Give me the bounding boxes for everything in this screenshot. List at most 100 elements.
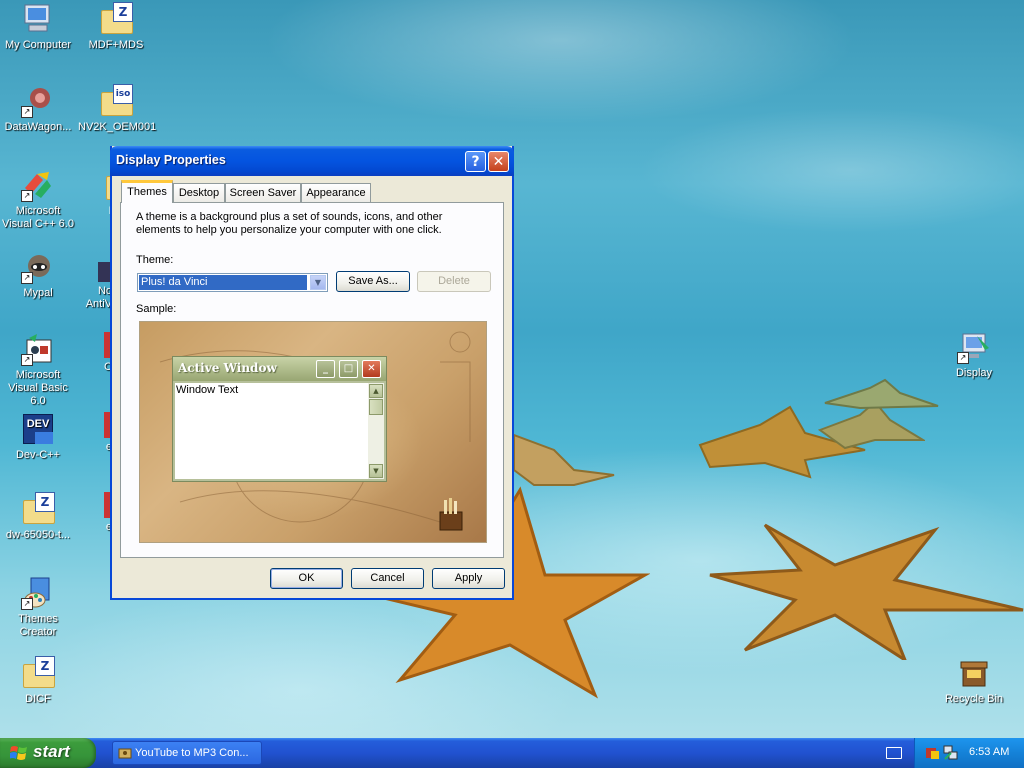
system-tray: 6:53 AM (914, 738, 1024, 768)
desktop-icon-label: Recycle Bin (944, 693, 1004, 705)
ok-button[interactable]: OK (270, 568, 343, 589)
desktop-icon-label: No AntiV (85, 285, 112, 310)
scroll-thumb (369, 399, 383, 415)
desktop-icon-label: My Computer (4, 39, 72, 51)
start-label: start (33, 742, 70, 761)
display-icon: ↗ (957, 330, 991, 364)
sample-window-text: Window Text (175, 383, 368, 479)
save-as-button[interactable]: Save As... (336, 271, 410, 292)
sample-window-title: Active Window (178, 361, 277, 375)
visual-basic-icon: ↗ (21, 332, 55, 366)
zip-folder-icon: Z (99, 2, 133, 36)
desktop-icon-mdf-mds[interactable]: Z MDF+MDS (78, 2, 154, 52)
starfish-decor (824, 378, 939, 410)
desktop-icon-partial-antivirus[interactable]: No AntiV (78, 262, 112, 311)
windows-logo-icon (10, 746, 27, 760)
desktop-icon-label: Display (955, 367, 993, 379)
desktop-icon-my-computer[interactable]: My Computer (0, 2, 76, 52)
pencil-cup-icon (439, 498, 463, 531)
starfish-decor (709, 523, 1024, 660)
shortcut-arrow-icon: ↗ (21, 598, 33, 610)
desktop-icon-visual-cpp[interactable]: ↗ Microsoft Visual C++ 6.0 (0, 168, 76, 231)
scroll-down-icon: ▼ (369, 464, 383, 478)
computer-icon (21, 2, 55, 36)
chevron-down-icon[interactable]: ▼ (310, 275, 326, 290)
tray-app-icon[interactable] (925, 745, 941, 761)
desktop-icon-dev-cpp[interactable]: DEV Dev-C++ (0, 412, 76, 462)
network-icon[interactable] (943, 745, 959, 761)
theme-sample-preview: Active Window _ □ ✕ Window Text ▲ ▼ (139, 321, 487, 543)
close-icon: ✕ (362, 360, 381, 378)
sample-scrollbar: ▲ ▼ (368, 383, 384, 479)
start-button[interactable]: start (0, 738, 96, 768)
desktop-icon-visual-basic[interactable]: ↗ Microsoft Visual Basic 6.0 (0, 332, 76, 408)
desktop-icon-label: Microsoft Visual Basic 6.0 (8, 369, 68, 407)
desktop-icon-label: MDF+MDS (88, 39, 144, 51)
scroll-up-icon: ▲ (369, 384, 383, 398)
close-button[interactable]: ✕ (488, 151, 509, 172)
desktop-icon-display[interactable]: ↗ Display (936, 330, 1012, 380)
apply-button[interactable]: Apply (432, 568, 505, 589)
desktop-icon-label: Themes Creator (18, 613, 58, 638)
themes-tab-panel: A theme is a background plus a set of so… (120, 202, 504, 558)
theme-dropdown[interactable]: Plus! da Vinci ▼ (137, 273, 328, 292)
sample-label: Sample: (136, 303, 177, 315)
desktop-icon-label: dw-65050-t... (5, 529, 71, 541)
desktop-icon-label: Mypal (23, 287, 53, 299)
theme-label: Theme: (136, 254, 174, 266)
app-icon (118, 748, 132, 759)
help-button[interactable]: ? (465, 151, 486, 172)
tab-desktop[interactable]: Desktop (173, 183, 225, 202)
display-properties-dialog[interactable]: Display Properties ? ✕ Themes Desktop Sc… (110, 146, 514, 600)
shortcut-arrow-icon: ↗ (21, 272, 33, 284)
desktop-icon-label: Dev-C++ (15, 449, 61, 461)
tab-appearance[interactable]: Appearance (301, 183, 371, 202)
desktop-icon-nv2k-oem001[interactable]: iso NV2K_OEM001 (78, 84, 157, 134)
desktop-icon-dicf[interactable]: Z DICF (0, 656, 76, 706)
theme-description: A theme is a background plus a set of so… (136, 211, 443, 236)
desktop-icon-dw-65050[interactable]: Z dw-65050-t... (0, 492, 76, 542)
desktop-icon-themes-creator[interactable]: ↗ Themes Creator (0, 576, 76, 639)
recycle-bin-icon (957, 656, 991, 690)
delete-button: Delete (417, 271, 491, 292)
tab-screen-saver[interactable]: Screen Saver (225, 183, 301, 202)
desktop-icon-label: C (104, 361, 112, 373)
dialog-titlebar[interactable]: Display Properties ? ✕ (110, 146, 514, 176)
desktop-icon-datawagon[interactable]: ↗ DataWagon... (0, 84, 76, 134)
maximize-icon: □ (339, 360, 358, 378)
mypal-raccoon-icon: ↗ (21, 250, 55, 284)
sample-active-window: Active Window _ □ ✕ Window Text ▲ ▼ (172, 356, 387, 482)
iso-folder-icon: iso (99, 84, 133, 118)
desktop-icon-label: e (105, 521, 112, 533)
cancel-button[interactable]: Cancel (351, 568, 424, 589)
datawagon-icon: ↗ (21, 84, 55, 118)
shortcut-arrow-icon: ↗ (21, 354, 33, 366)
keyboard-icon[interactable] (886, 747, 902, 759)
tab-themes[interactable]: Themes (121, 180, 173, 203)
clock[interactable]: 6:53 AM (969, 746, 1009, 758)
dialog-title: Display Properties (116, 153, 226, 167)
shortcut-arrow-icon: ↗ (21, 190, 33, 202)
starfish-decor (514, 433, 615, 486)
sample-window-titlebar: Active Window _ □ ✕ (173, 357, 386, 381)
desktop-icon-partial-e2[interactable]: e (78, 492, 112, 534)
desktop-icon-partial-c[interactable]: C (78, 332, 112, 374)
taskbar-item-label: YouTube to MP3 Con... (135, 747, 249, 759)
taskbar: start YouTube to MP3 Con... 6:53 AM (0, 738, 1024, 768)
desktop: My Computer Z MDF+MDS ↗ DataWagon... iso… (0, 0, 1024, 738)
taskbar-item-youtube-to-mp3[interactable]: YouTube to MP3 Con... (112, 741, 262, 765)
zip-folder-icon: Z (21, 492, 55, 526)
desktop-icon-partial-e1[interactable]: e (78, 412, 112, 454)
dev-cpp-icon: DEV (21, 412, 55, 446)
themes-creator-icon: ↗ (21, 576, 55, 610)
desktop-icon-recycle-bin[interactable]: Recycle Bin (936, 656, 1012, 706)
desktop-icon-label: NV2K_OEM001 (78, 121, 157, 133)
desktop-icon-label: Microsoft Visual C++ 6.0 (2, 205, 74, 230)
desktop-icon-label: e (105, 441, 112, 453)
visual-cpp-icon: ↗ (21, 168, 55, 202)
shortcut-arrow-icon: ↗ (21, 106, 33, 118)
desktop-icon-mypal[interactable]: ↗ Mypal (0, 250, 76, 300)
shortcut-arrow-icon: ↗ (957, 352, 969, 364)
zip-folder-icon: Z (21, 656, 55, 690)
desktop-icon-label: DataWagon... (4, 121, 72, 133)
